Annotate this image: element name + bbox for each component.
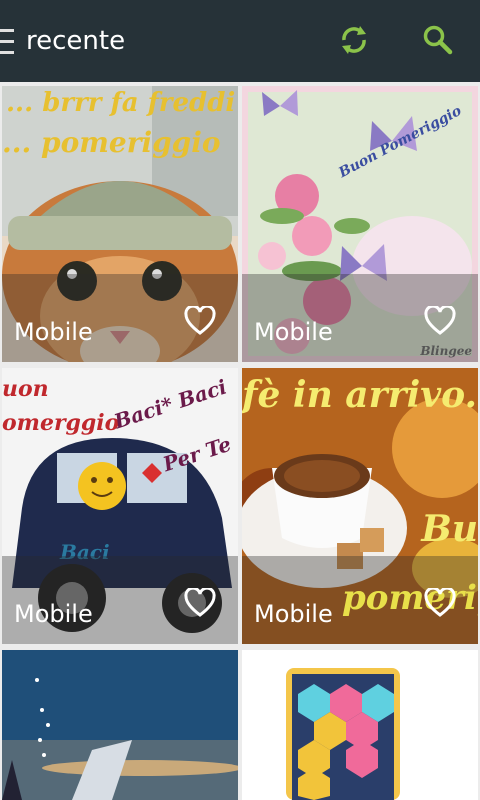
image-tile[interactable]: [2, 650, 238, 800]
image-tile[interactable]: fè in arrivo... Bu pomeriggi Mobile: [242, 368, 478, 644]
tile-caption: omerggio: [2, 410, 120, 436]
night-sky-image: [2, 650, 238, 800]
tile-caption: uon: [2, 376, 49, 402]
tile-caption: ... pomeriggio: [2, 126, 221, 159]
hex-puzzle-image: [286, 668, 400, 800]
image-tile[interactable]: uon omerggio Baci* Baci Per Te Baci Mobi…: [2, 368, 238, 644]
heart-icon[interactable]: [184, 588, 216, 618]
top-app-bar: recente: [0, 0, 480, 82]
signature-text: Blingee: [420, 344, 472, 358]
image-tile[interactable]: [242, 650, 478, 800]
tile-caption: Bu: [421, 508, 478, 550]
heart-icon[interactable]: [424, 306, 456, 336]
tile-caption: pomeriggi: [342, 578, 478, 618]
tile-caption: fè in arrivo...: [242, 374, 478, 416]
tile-caption: ... brrr fa freddi: [6, 88, 236, 118]
heart-icon[interactable]: [424, 588, 456, 618]
tile-label: Mobile: [254, 600, 333, 628]
image-tile[interactable]: ... brrr fa freddi ... pomeriggio Mobile: [2, 86, 238, 362]
search-icon[interactable]: [420, 22, 456, 58]
page-title: recente: [26, 26, 126, 56]
tile-label: Mobile: [254, 318, 333, 346]
tile-label: Mobile: [14, 600, 93, 628]
tile-label: Mobile: [14, 318, 93, 346]
menu-icon[interactable]: [0, 29, 14, 55]
refresh-icon[interactable]: [336, 22, 372, 58]
heart-icon[interactable]: [184, 306, 216, 336]
image-tile[interactable]: Buon Pomeriggio Mobile Blingee: [242, 86, 478, 362]
